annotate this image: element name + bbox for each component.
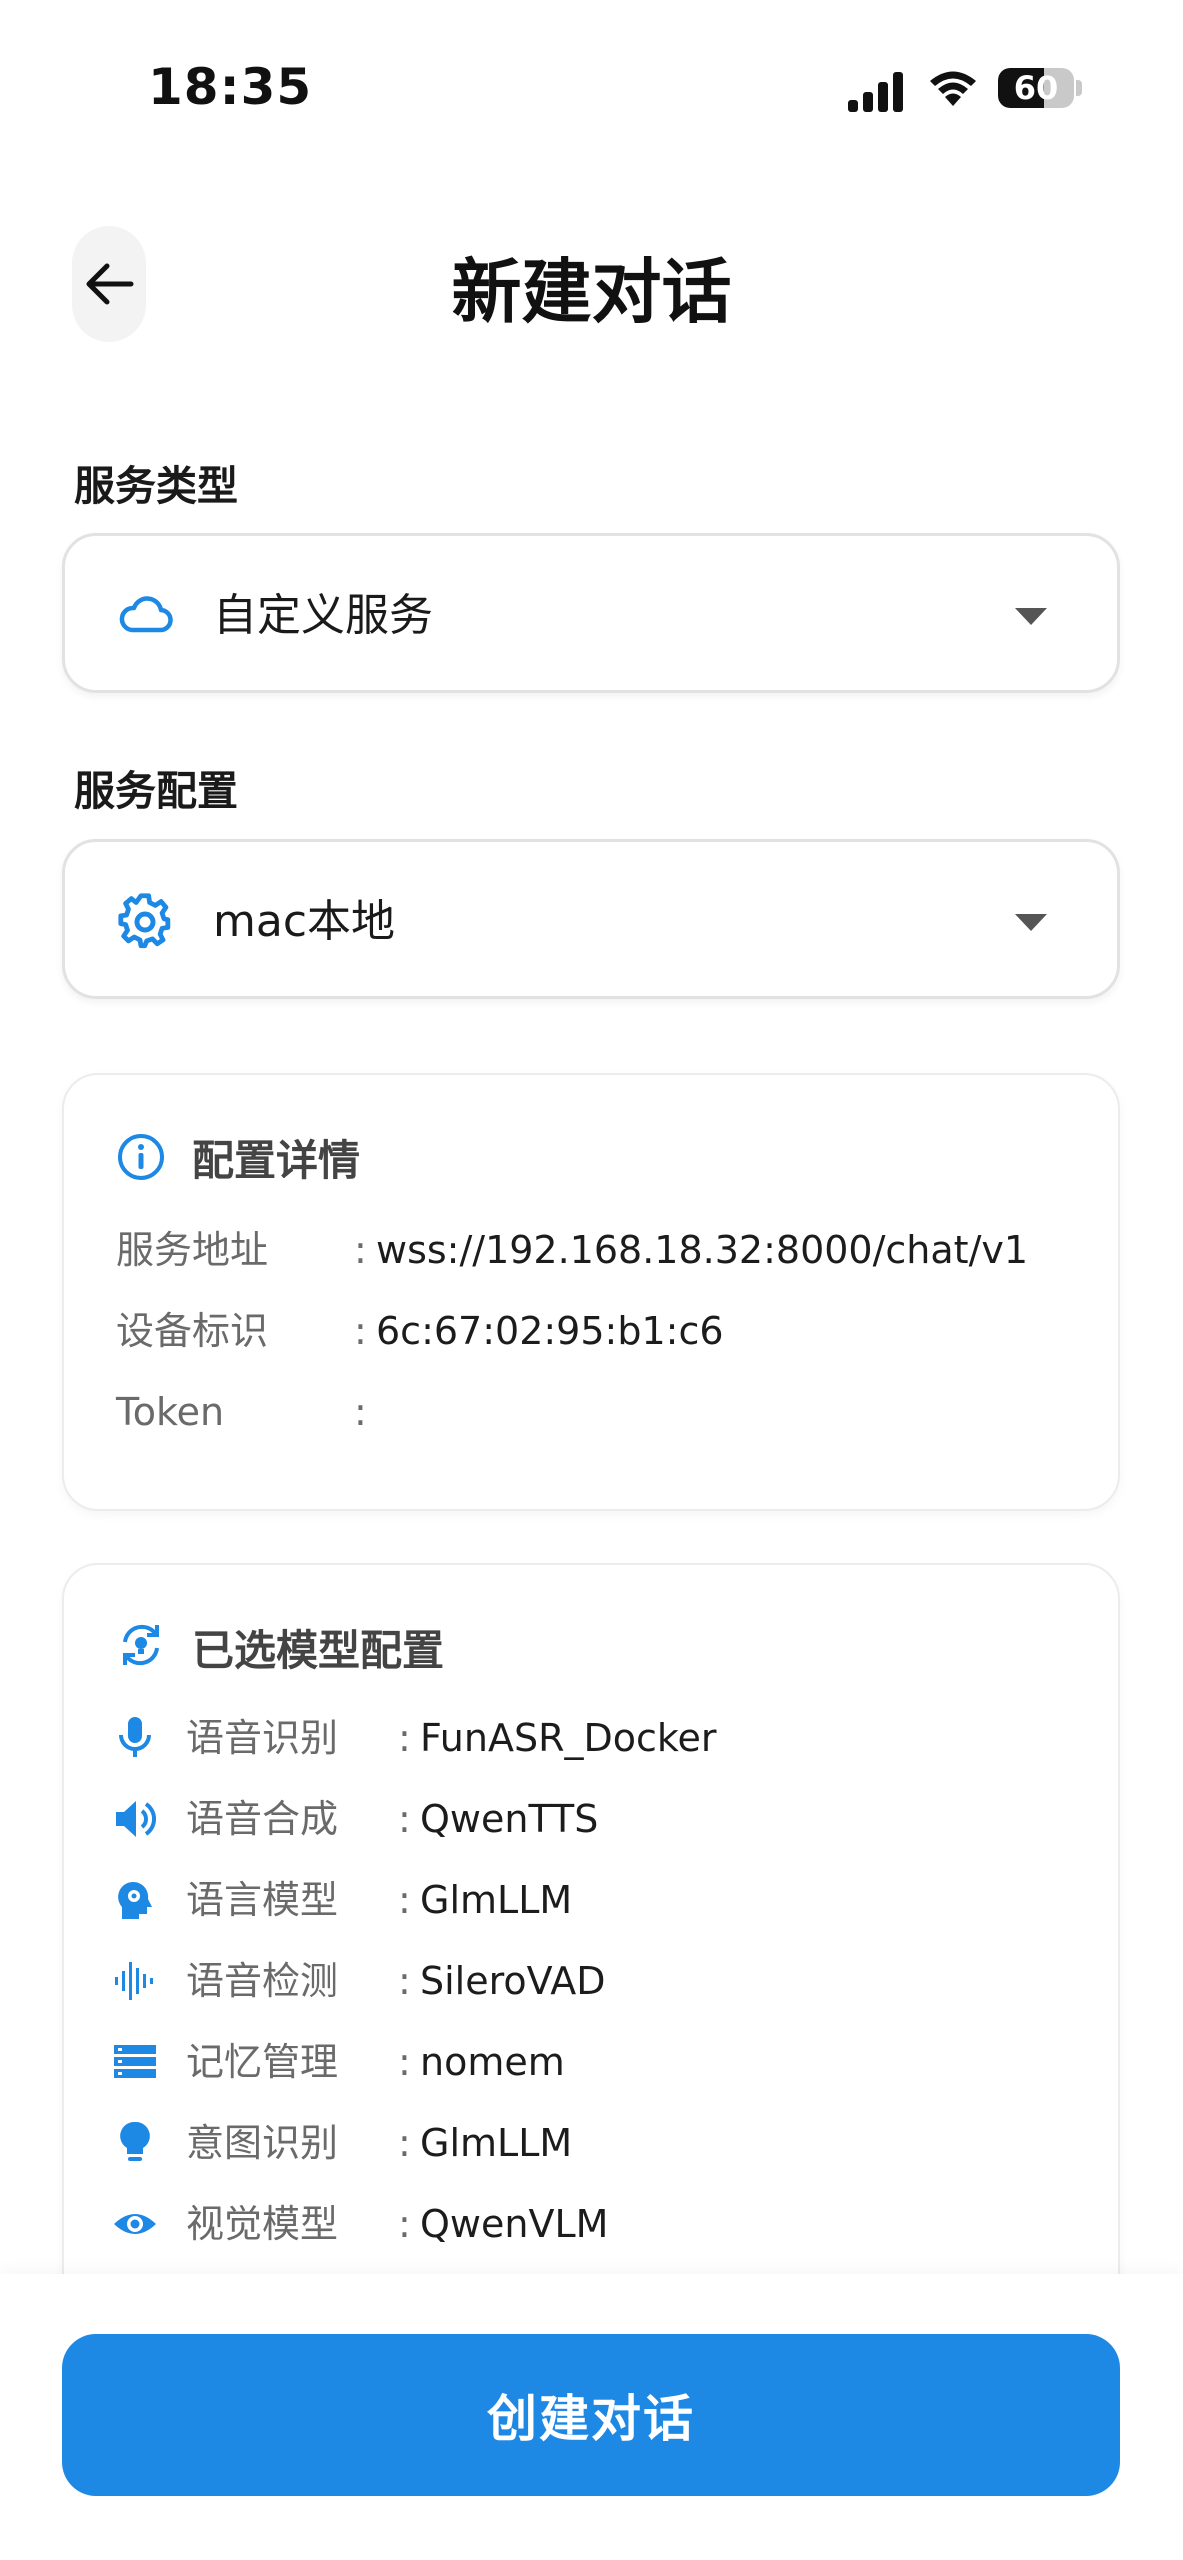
battery-level: 60: [1013, 69, 1059, 107]
service-config-select[interactable]: mac本地: [62, 839, 1120, 999]
chevron-down-icon: [1015, 608, 1047, 625]
eye-icon: [114, 2214, 156, 2234]
waveform-icon: [115, 1962, 153, 2000]
chevron-down-icon: [1015, 914, 1047, 931]
detail-row-token: Token:: [116, 1390, 367, 1434]
microphone-icon: [119, 1717, 151, 1757]
detail-row-device-id: 设备标识:6c:67:02:95:b1:c6: [116, 1309, 724, 1353]
status-time: 18:35: [148, 58, 313, 116]
info-icon: [118, 1134, 164, 1180]
battery-tip: [1076, 80, 1082, 96]
battery-icon: 60: [998, 68, 1074, 108]
page-title: 新建对话: [451, 251, 732, 333]
service-type-select[interactable]: 自定义服务: [62, 533, 1120, 693]
cloud-icon: [119, 596, 173, 633]
wifi-icon: [928, 68, 978, 108]
selected-models-title: 已选模型配置: [192, 1626, 445, 1675]
sync-bulb-icon: [123, 1624, 159, 1666]
create-conversation-button[interactable]: 创建对话: [62, 2334, 1120, 2496]
storage-icon: [114, 2045, 156, 2078]
service-config-value: mac本地: [213, 896, 396, 947]
lightbulb-icon: [120, 2121, 150, 2161]
service-type-label: 服务类型: [74, 462, 238, 510]
signal-icon: [848, 68, 910, 112]
service-config-label: 服务配置: [74, 767, 238, 815]
speaker-icon: [116, 1801, 156, 1837]
config-details-card: 配置详情 服务地址: wss://192.168.18.32:8000/chat/…: [62, 1073, 1120, 1511]
head-gear-icon: [118, 1881, 152, 1919]
service-type-value: 自定义服务: [213, 590, 433, 641]
selected-models-card: 已选模型配置 语音识别: FunASR_Docker 语音合成: QwenTTS 语…: [62, 1563, 1120, 2363]
config-details-title: 配置详情: [192, 1136, 361, 1185]
detail-row-address: 服务地址: wss://192.168.18.32:8000/chat/v1: [116, 1228, 1029, 1272]
gear-icon: [118, 893, 171, 949]
